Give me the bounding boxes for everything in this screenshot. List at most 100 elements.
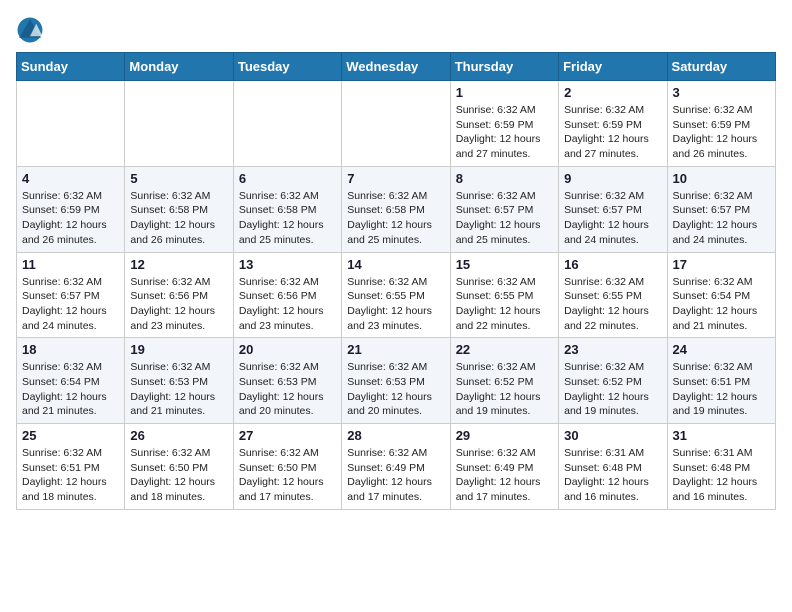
day-info: Sunrise: 6:31 AMSunset: 6:48 PMDaylight:… bbox=[673, 446, 770, 505]
header-day-tuesday: Tuesday bbox=[233, 53, 341, 81]
calendar-cell: 15 Sunrise: 6:32 AMSunset: 6:55 PMDayligh… bbox=[450, 252, 558, 338]
day-info: Sunrise: 6:32 AMSunset: 6:53 PMDaylight:… bbox=[239, 360, 336, 419]
day-info: Sunrise: 6:32 AMSunset: 6:57 PMDaylight:… bbox=[22, 275, 119, 334]
calendar-cell: 1 Sunrise: 6:32 AMSunset: 6:59 PMDaylight… bbox=[450, 81, 558, 167]
day-number: 22 bbox=[456, 342, 553, 357]
week-row-3: 11 Sunrise: 6:32 AMSunset: 6:57 PMDayligh… bbox=[17, 252, 776, 338]
day-info: Sunrise: 6:32 AMSunset: 6:51 PMDaylight:… bbox=[673, 360, 770, 419]
day-info: Sunrise: 6:32 AMSunset: 6:58 PMDaylight:… bbox=[347, 189, 444, 248]
calendar-cell: 9 Sunrise: 6:32 AMSunset: 6:57 PMDaylight… bbox=[559, 166, 667, 252]
header-day-friday: Friday bbox=[559, 53, 667, 81]
day-number: 10 bbox=[673, 171, 770, 186]
calendar-cell: 24 Sunrise: 6:32 AMSunset: 6:51 PMDayligh… bbox=[667, 338, 775, 424]
week-row-1: 1 Sunrise: 6:32 AMSunset: 6:59 PMDaylight… bbox=[17, 81, 776, 167]
day-number: 30 bbox=[564, 428, 661, 443]
calendar-cell bbox=[125, 81, 233, 167]
calendar-cell: 19 Sunrise: 6:32 AMSunset: 6:53 PMDayligh… bbox=[125, 338, 233, 424]
day-number: 3 bbox=[673, 85, 770, 100]
day-info: Sunrise: 6:32 AMSunset: 6:52 PMDaylight:… bbox=[456, 360, 553, 419]
calendar-cell: 25 Sunrise: 6:32 AMSunset: 6:51 PMDayligh… bbox=[17, 424, 125, 510]
day-info: Sunrise: 6:32 AMSunset: 6:55 PMDaylight:… bbox=[347, 275, 444, 334]
day-number: 14 bbox=[347, 257, 444, 272]
day-info: Sunrise: 6:31 AMSunset: 6:48 PMDaylight:… bbox=[564, 446, 661, 505]
day-number: 24 bbox=[673, 342, 770, 357]
day-info: Sunrise: 6:32 AMSunset: 6:55 PMDaylight:… bbox=[456, 275, 553, 334]
day-info: Sunrise: 6:32 AMSunset: 6:54 PMDaylight:… bbox=[673, 275, 770, 334]
day-number: 16 bbox=[564, 257, 661, 272]
header-day-wednesday: Wednesday bbox=[342, 53, 450, 81]
header-day-sunday: Sunday bbox=[17, 53, 125, 81]
calendar-table: SundayMondayTuesdayWednesdayThursdayFrid… bbox=[16, 52, 776, 510]
day-info: Sunrise: 6:32 AMSunset: 6:59 PMDaylight:… bbox=[22, 189, 119, 248]
day-number: 2 bbox=[564, 85, 661, 100]
day-info: Sunrise: 6:32 AMSunset: 6:58 PMDaylight:… bbox=[239, 189, 336, 248]
day-info: Sunrise: 6:32 AMSunset: 6:56 PMDaylight:… bbox=[130, 275, 227, 334]
day-number: 1 bbox=[456, 85, 553, 100]
calendar-cell: 26Sunrise: 6:32 AMSunset: 6:50 PMDayligh… bbox=[125, 424, 233, 510]
week-row-5: 25 Sunrise: 6:32 AMSunset: 6:51 PMDayligh… bbox=[17, 424, 776, 510]
calendar-header-row: SundayMondayTuesdayWednesdayThursdayFrid… bbox=[17, 53, 776, 81]
day-info: Sunrise: 6:32 AMSunset: 6:55 PMDaylight:… bbox=[564, 275, 661, 334]
calendar-cell: 21 Sunrise: 6:32 AMSunset: 6:53 PMDayligh… bbox=[342, 338, 450, 424]
day-info: Sunrise: 6:32 AMSunset: 6:49 PMDaylight:… bbox=[456, 446, 553, 505]
page-header bbox=[16, 16, 776, 44]
day-info: Sunrise: 6:32 AMSunset: 6:59 PMDaylight:… bbox=[564, 103, 661, 162]
calendar-cell: 5 Sunrise: 6:32 AMSunset: 6:58 PMDaylight… bbox=[125, 166, 233, 252]
logo bbox=[16, 16, 48, 44]
day-number: 8 bbox=[456, 171, 553, 186]
day-number: 29 bbox=[456, 428, 553, 443]
day-number: 5 bbox=[130, 171, 227, 186]
calendar-cell: 6 Sunrise: 6:32 AMSunset: 6:58 PMDaylight… bbox=[233, 166, 341, 252]
day-info: Sunrise: 6:32 AMSunset: 6:53 PMDaylight:… bbox=[130, 360, 227, 419]
day-number: 17 bbox=[673, 257, 770, 272]
calendar-cell: 3 Sunrise: 6:32 AMSunset: 6:59 PMDaylight… bbox=[667, 81, 775, 167]
day-info: Sunrise: 6:32 AMSunset: 6:57 PMDaylight:… bbox=[564, 189, 661, 248]
week-row-4: 18Sunrise: 6:32 AMSunset: 6:54 PMDayligh… bbox=[17, 338, 776, 424]
day-info: Sunrise: 6:32 AMSunset: 6:50 PMDaylight:… bbox=[239, 446, 336, 505]
day-info: Sunrise: 6:32 AMSunset: 6:57 PMDaylight:… bbox=[456, 189, 553, 248]
day-info: Sunrise: 6:32 AMSunset: 6:58 PMDaylight:… bbox=[130, 189, 227, 248]
calendar-cell: 30 Sunrise: 6:31 AMSunset: 6:48 PMDayligh… bbox=[559, 424, 667, 510]
day-number: 19 bbox=[130, 342, 227, 357]
day-number: 7 bbox=[347, 171, 444, 186]
calendar-cell: 28 Sunrise: 6:32 AMSunset: 6:49 PMDayligh… bbox=[342, 424, 450, 510]
calendar-cell: 7 Sunrise: 6:32 AMSunset: 6:58 PMDaylight… bbox=[342, 166, 450, 252]
day-number: 15 bbox=[456, 257, 553, 272]
day-number: 13 bbox=[239, 257, 336, 272]
day-info: Sunrise: 6:32 AMSunset: 6:52 PMDaylight:… bbox=[564, 360, 661, 419]
day-number: 18 bbox=[22, 342, 119, 357]
day-info: Sunrise: 6:32 AMSunset: 6:59 PMDaylight:… bbox=[456, 103, 553, 162]
calendar-cell: 11 Sunrise: 6:32 AMSunset: 6:57 PMDayligh… bbox=[17, 252, 125, 338]
calendar-cell bbox=[233, 81, 341, 167]
day-number: 9 bbox=[564, 171, 661, 186]
calendar-cell: 20Sunrise: 6:32 AMSunset: 6:53 PMDayligh… bbox=[233, 338, 341, 424]
calendar-cell: 12 Sunrise: 6:32 AMSunset: 6:56 PMDayligh… bbox=[125, 252, 233, 338]
day-info: Sunrise: 6:32 AMSunset: 6:57 PMDaylight:… bbox=[673, 189, 770, 248]
calendar-cell: 4 Sunrise: 6:32 AMSunset: 6:59 PMDaylight… bbox=[17, 166, 125, 252]
calendar-cell: 2 Sunrise: 6:32 AMSunset: 6:59 PMDaylight… bbox=[559, 81, 667, 167]
day-number: 27 bbox=[239, 428, 336, 443]
day-number: 26 bbox=[130, 428, 227, 443]
day-number: 12 bbox=[130, 257, 227, 272]
day-info: Sunrise: 6:32 AMSunset: 6:53 PMDaylight:… bbox=[347, 360, 444, 419]
header-day-monday: Monday bbox=[125, 53, 233, 81]
day-number: 21 bbox=[347, 342, 444, 357]
day-number: 6 bbox=[239, 171, 336, 186]
calendar-cell: 16 Sunrise: 6:32 AMSunset: 6:55 PMDayligh… bbox=[559, 252, 667, 338]
day-info: Sunrise: 6:32 AMSunset: 6:51 PMDaylight:… bbox=[22, 446, 119, 505]
calendar-cell: 27 Sunrise: 6:32 AMSunset: 6:50 PMDayligh… bbox=[233, 424, 341, 510]
calendar-cell: 23Sunrise: 6:32 AMSunset: 6:52 PMDayligh… bbox=[559, 338, 667, 424]
calendar-cell: 31Sunrise: 6:31 AMSunset: 6:48 PMDayligh… bbox=[667, 424, 775, 510]
calendar-cell: 18Sunrise: 6:32 AMSunset: 6:54 PMDayligh… bbox=[17, 338, 125, 424]
day-info: Sunrise: 6:32 AMSunset: 6:49 PMDaylight:… bbox=[347, 446, 444, 505]
day-number: 25 bbox=[22, 428, 119, 443]
calendar-cell bbox=[17, 81, 125, 167]
calendar-cell: 14 Sunrise: 6:32 AMSunset: 6:55 PMDayligh… bbox=[342, 252, 450, 338]
day-info: Sunrise: 6:32 AMSunset: 6:59 PMDaylight:… bbox=[673, 103, 770, 162]
day-number: 4 bbox=[22, 171, 119, 186]
week-row-2: 4 Sunrise: 6:32 AMSunset: 6:59 PMDaylight… bbox=[17, 166, 776, 252]
day-number: 11 bbox=[22, 257, 119, 272]
calendar-cell: 8 Sunrise: 6:32 AMSunset: 6:57 PMDaylight… bbox=[450, 166, 558, 252]
day-number: 28 bbox=[347, 428, 444, 443]
calendar-cell: 13Sunrise: 6:32 AMSunset: 6:56 PMDayligh… bbox=[233, 252, 341, 338]
